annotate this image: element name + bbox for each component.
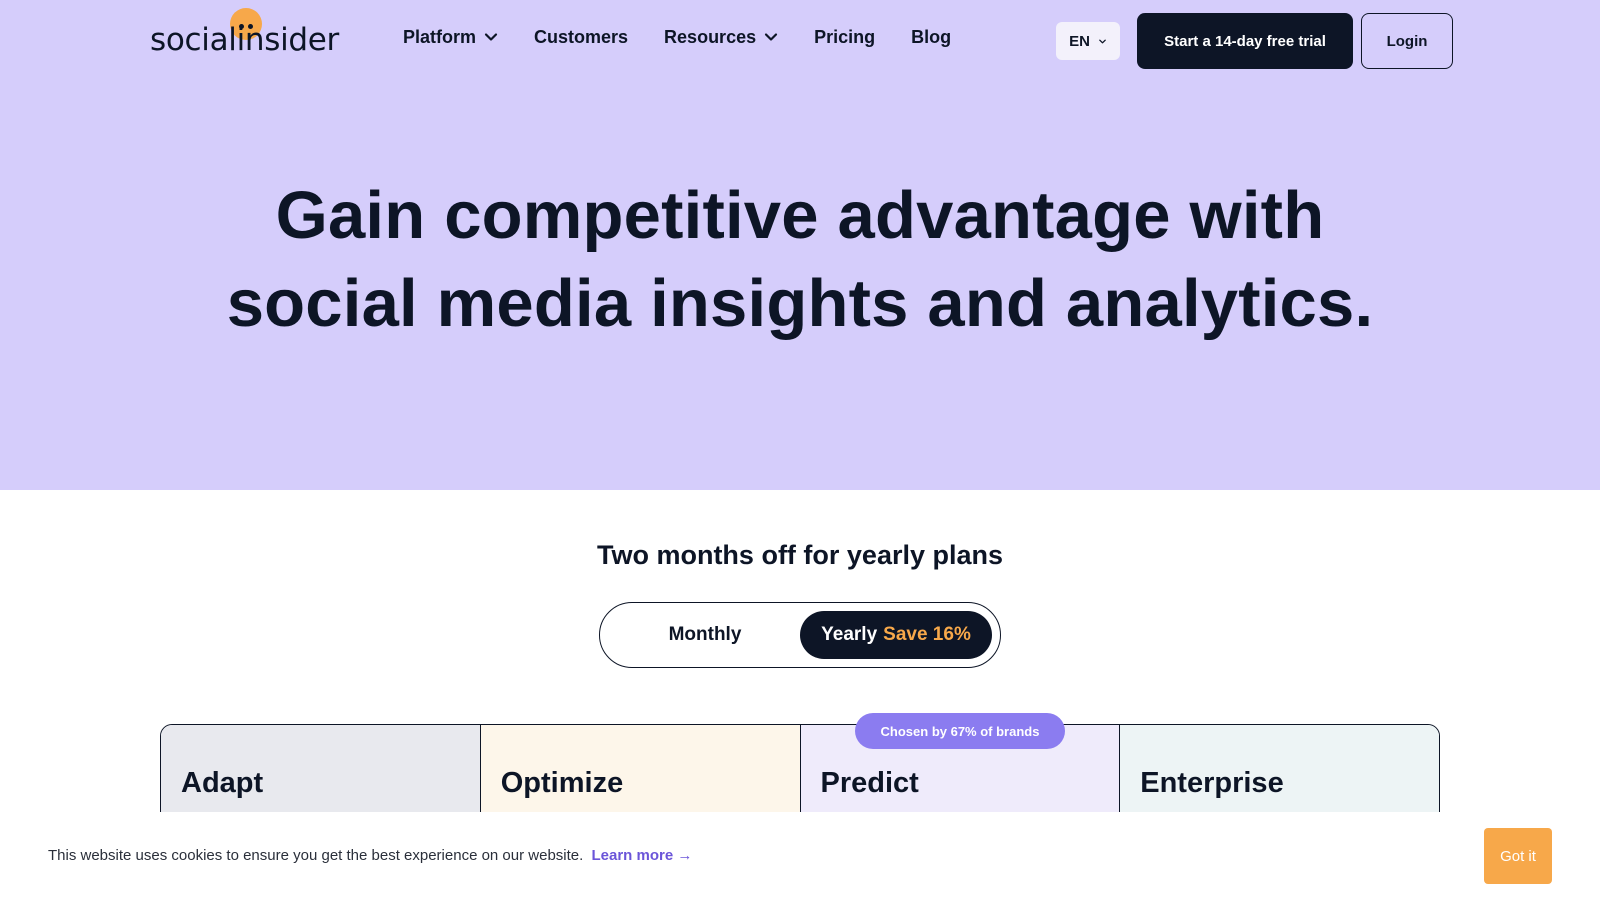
got-it-button[interactable]: Got it — [1484, 828, 1552, 884]
plan-name: Predict — [820, 767, 919, 799]
language-selector[interactable]: EN — [1056, 22, 1120, 60]
nav-item-label: Platform — [403, 26, 477, 47]
nav-item-label: Blog — [911, 26, 952, 47]
nav-item-label: Pricing — [814, 26, 876, 47]
cookie-banner: This website uses cookies to ensure you … — [0, 812, 1600, 900]
plan-name: Enterprise — [1140, 767, 1284, 799]
chevron-down-icon — [484, 33, 498, 41]
cookie-message: This website uses cookies to ensure you … — [48, 847, 692, 864]
cookie-text: This website uses cookies to ensure you … — [48, 847, 584, 864]
hero-title-line-2: social media insights and analytics. — [226, 266, 1374, 341]
save-badge: Save 16% — [883, 624, 971, 645]
nav-item-label: Resources — [664, 26, 757, 47]
login-button[interactable]: Login — [1361, 13, 1453, 69]
logo-text: socialinsider — [150, 22, 340, 58]
nav-item-label: Customers — [534, 26, 629, 47]
hero-title-line-1: Gain competitive advantage with — [275, 178, 1325, 253]
nav-item-platform[interactable]: Platform — [403, 24, 498, 50]
plan-name: Adapt — [181, 767, 264, 799]
billing-toggle: Monthly Yearly Save 16% — [599, 602, 1001, 668]
yearly-toggle-option[interactable]: Yearly Save 16% — [800, 611, 992, 659]
start-trial-button[interactable]: Start a 14-day free trial — [1137, 13, 1353, 69]
nav-item-customers[interactable]: Customers — [534, 24, 628, 50]
chevron-down-icon — [1099, 39, 1106, 43]
language-label: EN — [1069, 32, 1090, 50]
chevron-down-icon — [765, 33, 778, 41]
monthly-toggle-option[interactable]: Monthly — [610, 611, 800, 659]
nav-item-resources[interactable]: Resources — [664, 24, 778, 50]
hero-title: Gain competitive advantage with social m… — [100, 172, 1500, 348]
chosen-by-brands-badge: Chosen by 67% of brands — [855, 713, 1065, 749]
nav-item-pricing[interactable]: Pricing — [814, 24, 875, 50]
logo[interactable]: socialinsider — [150, 8, 340, 58]
yearly-label: Yearly — [821, 624, 878, 645]
learn-more-link[interactable]: Learn more → — [591, 847, 692, 864]
main-nav: Platform Customers Resources Pricing Blo… — [403, 24, 987, 50]
nav-item-blog[interactable]: Blog — [911, 24, 951, 50]
pricing-heading: Two months off for yearly plans — [596, 540, 1004, 570]
plan-name: Optimize — [500, 767, 624, 799]
